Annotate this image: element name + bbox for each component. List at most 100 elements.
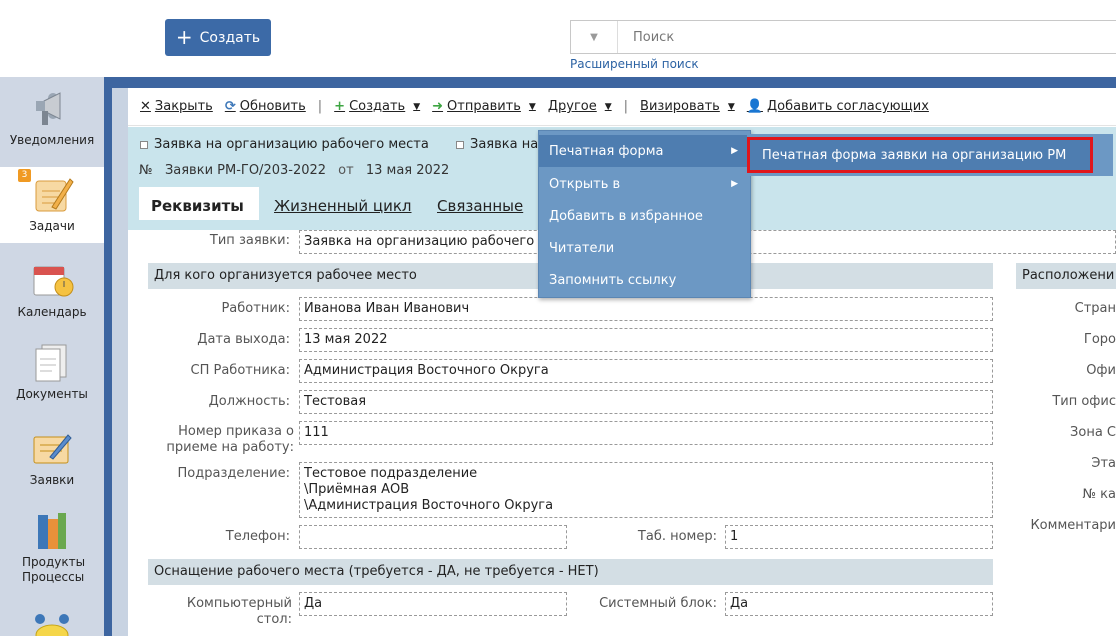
plus-icon: + (175, 24, 193, 49)
requests-icon (33, 434, 72, 464)
desk-label: Компьютерный стол: (186, 596, 292, 627)
close-label: Закрыть (154, 99, 213, 114)
sidebar-item-tasks[interactable]: 3 Задачи (0, 167, 104, 243)
comment-label: Комментари (1030, 518, 1116, 533)
phone-field[interactable] (299, 525, 567, 549)
office-type-label: Тип офис (1052, 394, 1116, 409)
sidebar: Уведомления 3 Задачи Календарь Документы… (0, 77, 104, 636)
other-dropdown-menu: Печатная форма ▶ Открыть в ▶ Добавить в … (538, 130, 751, 298)
meeting-icon (35, 614, 69, 636)
tab-lifecycle[interactable]: Жизненный цикл (262, 187, 424, 220)
search-scope-dropdown[interactable]: ▼ (571, 21, 618, 53)
breadcrumb-item[interactable]: Заявка на организацию рабочего места (140, 137, 429, 152)
division-field[interactable]: Тестовое подразделение \Приёмная АОВ \Ад… (299, 462, 993, 518)
system-unit-field[interactable]: Да (725, 592, 993, 616)
position-label: Должность: (208, 394, 290, 409)
toolbar-separator: | (317, 99, 323, 114)
search-input[interactable]: Поиск (633, 30, 674, 45)
sidebar-item-label: Документы (16, 387, 88, 401)
sidebar-item-requests[interactable]: Заявки (0, 427, 104, 501)
doc-icon (140, 140, 148, 149)
sp-employee-field[interactable]: Администрация Восточного Округа (299, 359, 993, 383)
close-button[interactable]: ✕ Закрыть (140, 99, 213, 114)
approve-label: Визировать (640, 99, 720, 114)
person-icon: 👤 (746, 99, 763, 114)
create-button[interactable]: + Создать (165, 19, 271, 56)
menu-item-label: Печатная форма (549, 143, 664, 159)
calendar-icon (33, 266, 74, 297)
document-toolbar: ✕ Закрыть ⟳ Обновить | + Создать ▼ ➜ Отправит… (128, 88, 1116, 126)
tab-number-field[interactable]: 1 (725, 525, 993, 549)
floor-label: Эта (1091, 456, 1116, 471)
toolbar-create-button[interactable]: + Создать ▼ (334, 99, 420, 114)
toolbar-separator: | (623, 99, 629, 114)
menu-item-label: Добавить в избранное (549, 208, 703, 224)
from-label: от (338, 163, 354, 178)
order-number-field[interactable]: 111 (299, 421, 993, 445)
submenu-item-print-form-rm[interactable]: Печатная форма заявки на организацию РМ (747, 137, 1093, 173)
tasks-icon (35, 178, 74, 212)
menu-item-print-form[interactable]: Печатная форма ▶ (539, 135, 750, 167)
add-approvers-label: Добавить согласующих (766, 99, 929, 114)
division-line: \Администрация Восточного Округа (304, 498, 554, 513)
caret-down-icon: ▼ (528, 101, 536, 112)
tab-related[interactable]: Связанные (425, 187, 535, 220)
top-bar: + Создать ▼ Поиск Расширенный поиск (0, 0, 1116, 77)
sidebar-item-notifications[interactable]: Уведомления (0, 87, 104, 161)
division-label: Подразделение: (177, 466, 290, 481)
doc-icon (456, 140, 464, 149)
submenu-arrow-icon: ▶ (731, 146, 738, 156)
documents-icon (35, 344, 67, 382)
caret-down-icon: ▼ (413, 101, 421, 112)
books-icon (38, 513, 66, 549)
country-label: Стран (1074, 301, 1116, 316)
refresh-button[interactable]: ⟳ Обновить (225, 99, 306, 114)
tab-requisites[interactable]: Реквизиты (139, 187, 259, 220)
employee-field[interactable]: Иванова Иван Иванович (299, 297, 993, 321)
sidebar-item-more[interactable] (0, 605, 104, 636)
zone-label: Зона С (1070, 425, 1116, 440)
sidebar-item-calendar[interactable]: Календарь (0, 259, 104, 333)
other-label: Другое (547, 99, 597, 114)
exit-date-field[interactable]: 13 мая 2022 (299, 328, 993, 352)
plus-icon: + (334, 99, 346, 114)
order-number-label: Номер приказа о приеме на работу: (166, 424, 294, 455)
sp-employee-label: СП Работника: (190, 363, 290, 378)
content-left-stripe (112, 88, 128, 636)
create-button-label: Создать (199, 29, 261, 46)
advanced-search-link[interactable]: Расширенный поиск (570, 57, 699, 71)
section-equipment: Оснащение рабочего места (требуется - ДА… (148, 559, 993, 585)
other-button[interactable]: Другое ▼ (548, 99, 612, 114)
close-icon: ✕ (140, 99, 151, 114)
sidebar-item-label: Заявки (29, 473, 75, 487)
sidebar-item-label: Задачи (29, 219, 75, 233)
send-button[interactable]: ➜ Отправить ▼ (432, 99, 536, 114)
menu-item-add-favorites[interactable]: Добавить в избранное (539, 200, 750, 232)
sidebar-item-label: Уведомления (9, 133, 95, 147)
office-label: Офи (1086, 363, 1116, 378)
add-approvers-button[interactable]: 👤 Добавить согласующих (747, 99, 929, 114)
desk-field[interactable]: Да (299, 592, 567, 616)
sidebar-item-products[interactable]: Продукты Процессы (0, 509, 104, 589)
breadcrumb-item[interactable]: Заявка на (456, 137, 538, 152)
caret-down-icon: ▼ (604, 101, 612, 112)
division-line: Тестовое подразделение (304, 466, 478, 481)
caret-down-icon: ▼ (727, 101, 735, 112)
tasks-count-badge: 3 (18, 169, 31, 182)
document-date: 13 мая 2022 (365, 163, 450, 178)
chevron-down-icon: ▼ (590, 31, 598, 43)
number-sign: № (139, 163, 153, 178)
menu-item-open-in[interactable]: Открыть в ▶ (539, 168, 750, 200)
approve-button[interactable]: Визировать ▼ (640, 99, 735, 114)
arrow-right-icon: ➜ (432, 99, 444, 114)
tab-number-label: Таб. номер: (637, 529, 717, 544)
refresh-label: Обновить (239, 99, 306, 114)
menu-item-readers[interactable]: Читатели (539, 232, 750, 264)
document-number-value: Заявки РМ-ГО/203-2022 (164, 163, 327, 178)
menu-item-remember-link[interactable]: Запомнить ссылку (539, 264, 750, 296)
sidebar-item-documents[interactable]: Документы (0, 341, 104, 415)
menu-item-label: Запомнить ссылку (549, 272, 677, 288)
position-field[interactable]: Тестовая (299, 390, 993, 414)
division-line: \Приёмная АОВ (304, 482, 410, 497)
search-box[interactable]: ▼ Поиск (570, 20, 1116, 54)
